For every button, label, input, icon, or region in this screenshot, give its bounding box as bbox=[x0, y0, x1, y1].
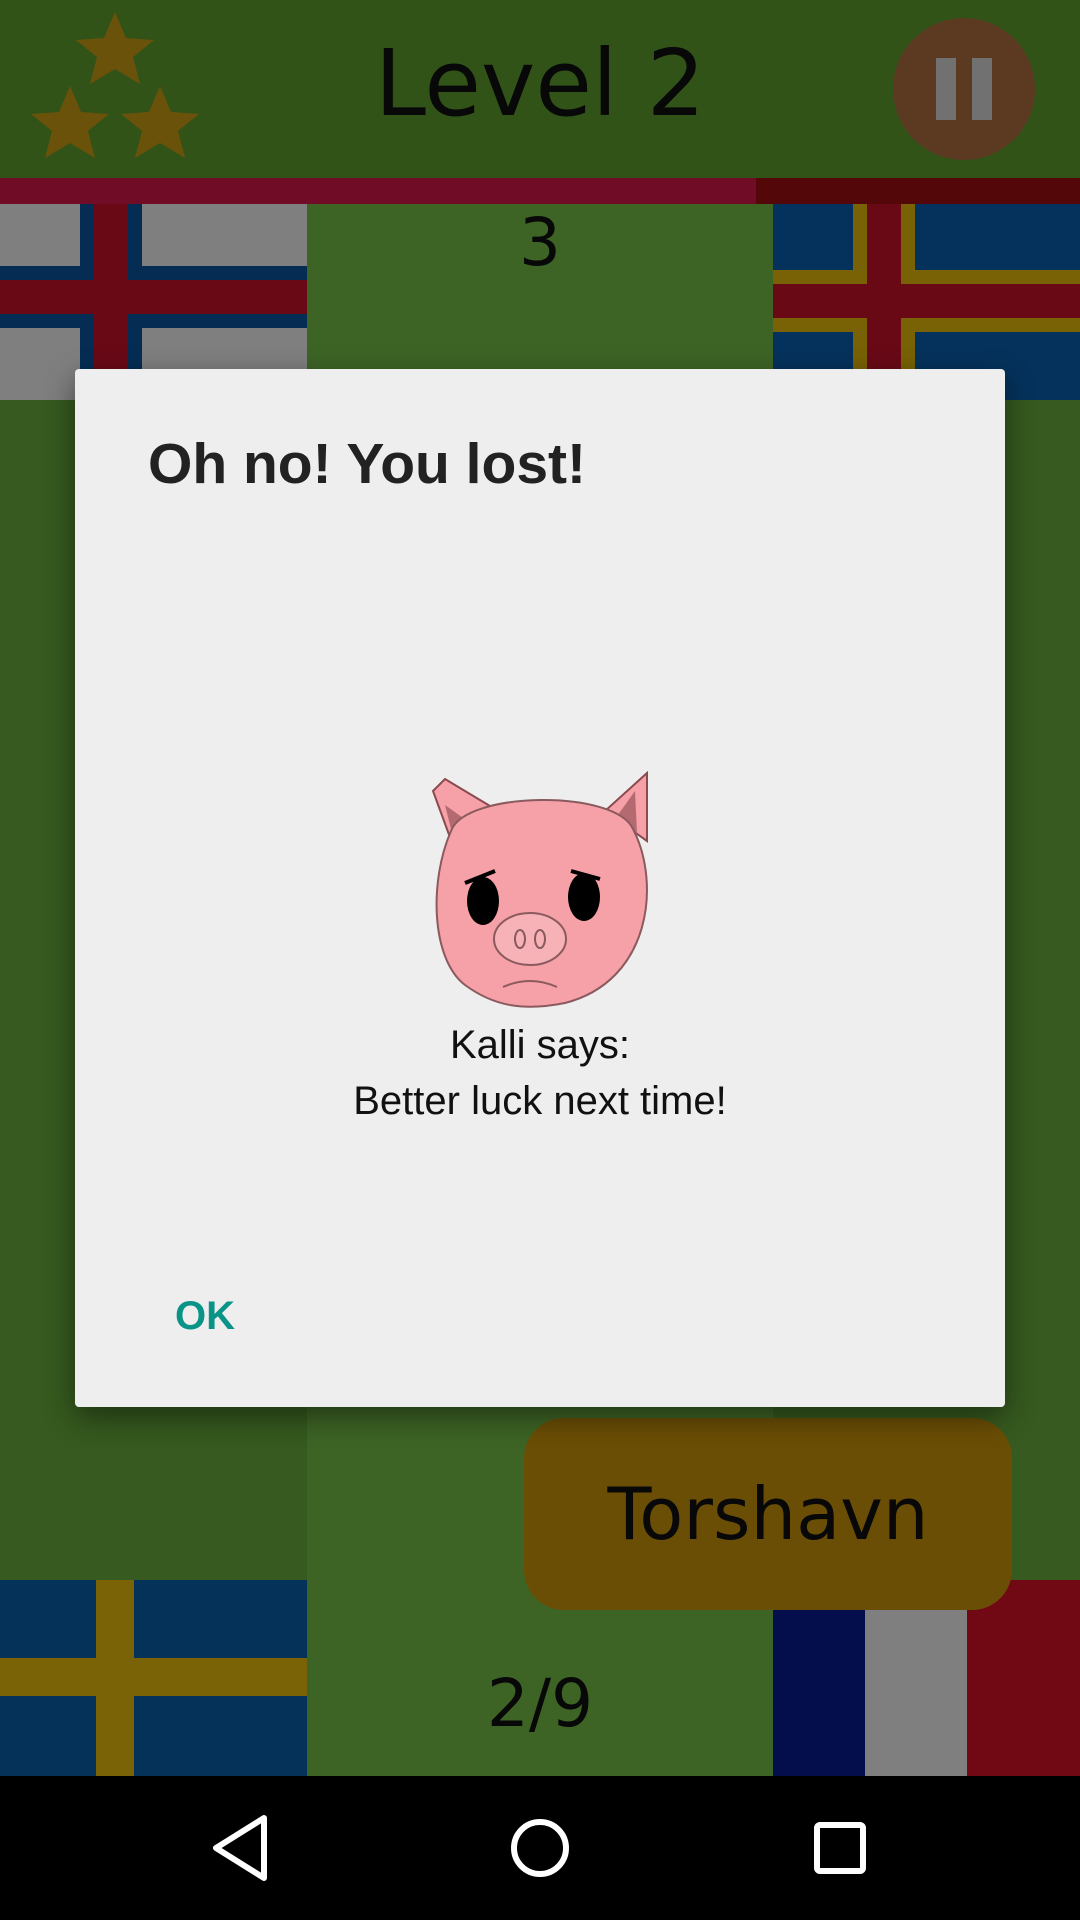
dialog-message: Kalli says: Better luck next time! bbox=[75, 1017, 1005, 1129]
back-icon[interactable] bbox=[190, 1796, 294, 1900]
ok-button[interactable]: OK bbox=[175, 1281, 295, 1351]
speaker-line: Kalli says: bbox=[449, 1023, 631, 1067]
system-navigation-bar bbox=[0, 1776, 1080, 1920]
game-screen: Level 2 3 Torshavn 2/9 Oh no bbox=[0, 0, 1080, 1776]
game-over-dialog: Oh no! You lost! Kalli says: Better luck… bbox=[75, 369, 1005, 1407]
home-icon[interactable] bbox=[488, 1796, 592, 1900]
recents-icon[interactable] bbox=[788, 1796, 892, 1900]
sad-pig-icon bbox=[431, 771, 648, 1008]
message-line: Better luck next time! bbox=[353, 1079, 727, 1123]
dialog-title: Oh no! You lost! bbox=[148, 432, 586, 496]
